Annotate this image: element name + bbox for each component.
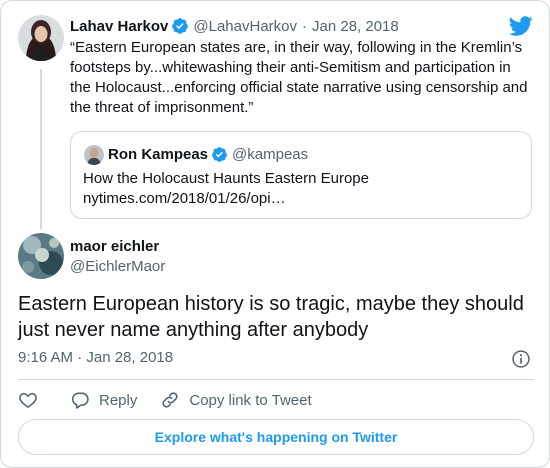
verified-badge-icon: [211, 146, 228, 163]
actions-divider: [18, 379, 534, 380]
avatar-maor-eichler[interactable]: [18, 233, 64, 279]
speech-bubble-icon: [70, 390, 90, 410]
info-icon[interactable]: [511, 349, 531, 369]
main-text-line: Eastern European history is so tragic, m…: [18, 293, 524, 315]
twitter-bird-icon[interactable]: [509, 14, 533, 38]
parent-tweet-header: Lahav Harkov @LahavHarkov · Jan 28, 2018: [70, 16, 399, 36]
parent-text-line: the Holocaust...enforcing official state…: [70, 79, 528, 96]
main-tweet-text: Eastern European history is so tragic, m…: [18, 291, 538, 343]
main-author-handle[interactable]: @EichlerMaor: [70, 258, 165, 275]
parent-text-line: “Eastern European states are, in their w…: [70, 39, 523, 56]
parent-author-name[interactable]: Lahav Harkov: [70, 18, 168, 35]
parent-text-line: the threat of imprisonment.”: [70, 99, 254, 116]
parent-tweet-text: “Eastern European states are, in their w…: [70, 38, 540, 118]
tweet-embed-card: Lahav Harkov @LahavHarkov · Jan 28, 2018…: [0, 0, 550, 468]
quoted-text-line: How the Holocaust Haunts Eastern Europe: [83, 170, 369, 187]
copy-link-button[interactable]: Copy link to Tweet: [160, 390, 312, 410]
reply-label: Reply: [99, 391, 138, 409]
avatar-ron-kampeas: [84, 145, 104, 165]
like-button[interactable]: [18, 390, 38, 410]
quoted-tweet-text: How the Holocaust Haunts Eastern Europe …: [83, 169, 523, 209]
tweet-timestamp[interactable]: 9:16 AM · Jan 28, 2018: [18, 349, 173, 366]
heart-icon: [18, 390, 38, 410]
quoted-author-handle: @kampeas: [232, 145, 309, 163]
quoted-tweet-header: Ron Kampeas @kampeas: [108, 144, 308, 164]
reply-button[interactable]: Reply: [70, 390, 137, 410]
thread-connector-line: [40, 69, 42, 229]
explore-twitter-button[interactable]: Explore what's happening on Twitter: [18, 419, 534, 455]
copy-link-label: Copy link to Tweet: [189, 391, 312, 409]
quoted-tweet-card[interactable]: Ron Kampeas @kampeas How the Holocaust H…: [70, 131, 532, 219]
main-text-line: just never name anything after anybody: [18, 319, 369, 341]
link-icon: [160, 390, 180, 410]
verified-badge-icon: [171, 17, 189, 35]
parent-text-line: footsteps by...whitewashing their anti-S…: [70, 59, 511, 76]
avatar-lahav-harkov[interactable]: [18, 15, 64, 61]
quoted-author-name: Ron Kampeas: [108, 145, 209, 163]
quoted-link-text[interactable]: nytimes.com/2018/01/26/opi…: [83, 189, 523, 209]
parent-author-handle[interactable]: @LahavHarkov: [193, 18, 297, 35]
parent-tweet-date[interactable]: Jan 28, 2018: [312, 18, 399, 35]
tweet-actions-bar: Reply Copy link to Tweet: [18, 390, 335, 410]
main-author-name[interactable]: maor eichler: [70, 238, 159, 255]
header-separator: ·: [302, 17, 307, 35]
